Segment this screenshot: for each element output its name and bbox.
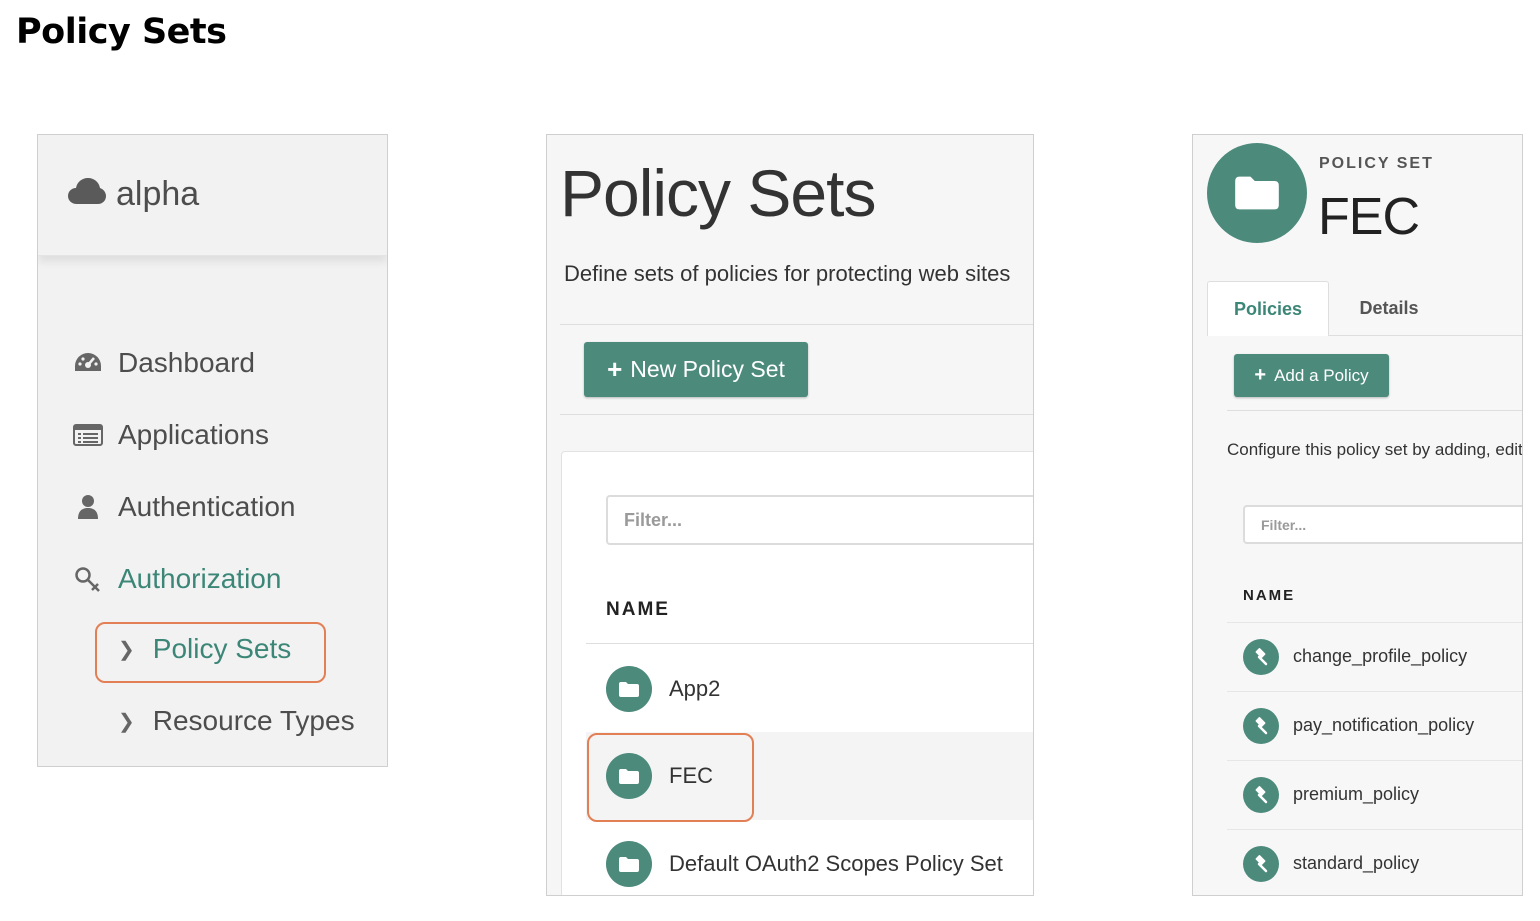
nav-item-authorization[interactable]: Authorization [72, 563, 281, 595]
chevron-right-icon: ❯ [118, 710, 135, 733]
folder-icon [1207, 143, 1307, 243]
detail-eyebrow: POLICY SET [1319, 155, 1434, 172]
realm-name: alpha [116, 175, 200, 213]
nav-label: Authorization [118, 563, 282, 594]
policy-set-name: FEC [1318, 188, 1420, 246]
folder-icon [606, 753, 652, 799]
policy-name: standard_policy [1293, 853, 1420, 873]
folder-icon [606, 666, 652, 712]
divider [1227, 410, 1522, 411]
policy-set-detail-panel: POLICY SET FEC Policies Details + Add a … [1192, 134, 1523, 896]
sub-item-label: Resource Types [152, 705, 355, 736]
gavel-icon [1243, 638, 1279, 675]
policy-sets-card: Filter... NAME App2 FEC Default OAuth2 S… [561, 451, 1033, 895]
policy-name: change_profile_policy [1293, 646, 1468, 666]
applications-icon [72, 424, 104, 446]
folder-icon [606, 841, 652, 887]
realm-switcher[interactable]: alpha [68, 175, 199, 214]
plus-icon: + [607, 354, 623, 384]
policy-set-description: Configure this policy set by adding, edi… [1227, 440, 1523, 459]
page-heading: Policy Sets [16, 12, 227, 52]
column-header-name: NAME [1243, 587, 1296, 604]
row-name: Default OAuth2 Scopes Policy Set [669, 851, 1003, 876]
page-description: Define sets of policies for protecting w… [564, 261, 1011, 286]
nav-item-dashboard[interactable]: Dashboard [72, 347, 255, 379]
plus-icon: + [1254, 364, 1267, 386]
sidebar-panel: alpha Dashboard Applications Authenticat… [37, 134, 388, 767]
filter-input[interactable]: Filter... [606, 495, 1033, 545]
sub-item-policy-sets[interactable]: ❯ Policy Sets [118, 633, 291, 665]
divider [560, 324, 1033, 325]
table-row[interactable]: App2 [606, 666, 720, 712]
policy-row[interactable]: standard_policy [1227, 829, 1522, 895]
cloud-icon [68, 175, 106, 214]
row-name: FEC [669, 763, 713, 788]
gavel-icon [1243, 845, 1279, 882]
divider [586, 643, 1033, 644]
row-name: App2 [669, 676, 721, 701]
policy-sets-panel: Policy Sets Define sets of policies for … [546, 134, 1034, 896]
policy-row[interactable]: change_profile_policy [1227, 622, 1522, 690]
policy-row[interactable]: pay_notification_policy [1227, 691, 1522, 759]
divider [560, 414, 1033, 415]
table-row[interactable]: Default OAuth2 Scopes Policy Set [606, 841, 1003, 887]
nav-label: Authentication [118, 491, 296, 522]
page-title: Policy Sets [560, 156, 876, 230]
column-header-name: NAME [606, 599, 670, 620]
tab-details[interactable]: Details [1329, 281, 1449, 336]
nav-label: Applications [118, 419, 269, 450]
user-icon [72, 494, 104, 520]
nav-item-authentication[interactable]: Authentication [72, 491, 295, 523]
tab-policies[interactable]: Policies [1207, 281, 1329, 336]
sub-item-label: Policy Sets [152, 633, 292, 664]
new-policy-set-button[interactable]: + New Policy Set [584, 342, 808, 397]
add-policy-button[interactable]: + Add a Policy [1234, 354, 1389, 397]
gavel-icon [1243, 707, 1279, 744]
nav-item-applications[interactable]: Applications [72, 419, 269, 451]
policy-name: premium_policy [1293, 784, 1420, 804]
chevron-right-icon: ❯ [118, 638, 135, 661]
filter-input[interactable]: Filter... [1243, 505, 1522, 544]
realm-header: alpha [38, 135, 387, 256]
nav-label: Dashboard [118, 347, 255, 378]
dashboard-icon [72, 351, 104, 375]
gavel-icon [1243, 776, 1279, 813]
key-icon [72, 566, 104, 592]
policy-row[interactable]: premium_policy [1227, 760, 1522, 828]
sub-item-resource-types[interactable]: ❯ Resource Types [118, 705, 355, 737]
policy-name: pay_notification_policy [1293, 715, 1475, 735]
table-row[interactable]: FEC [606, 753, 713, 799]
